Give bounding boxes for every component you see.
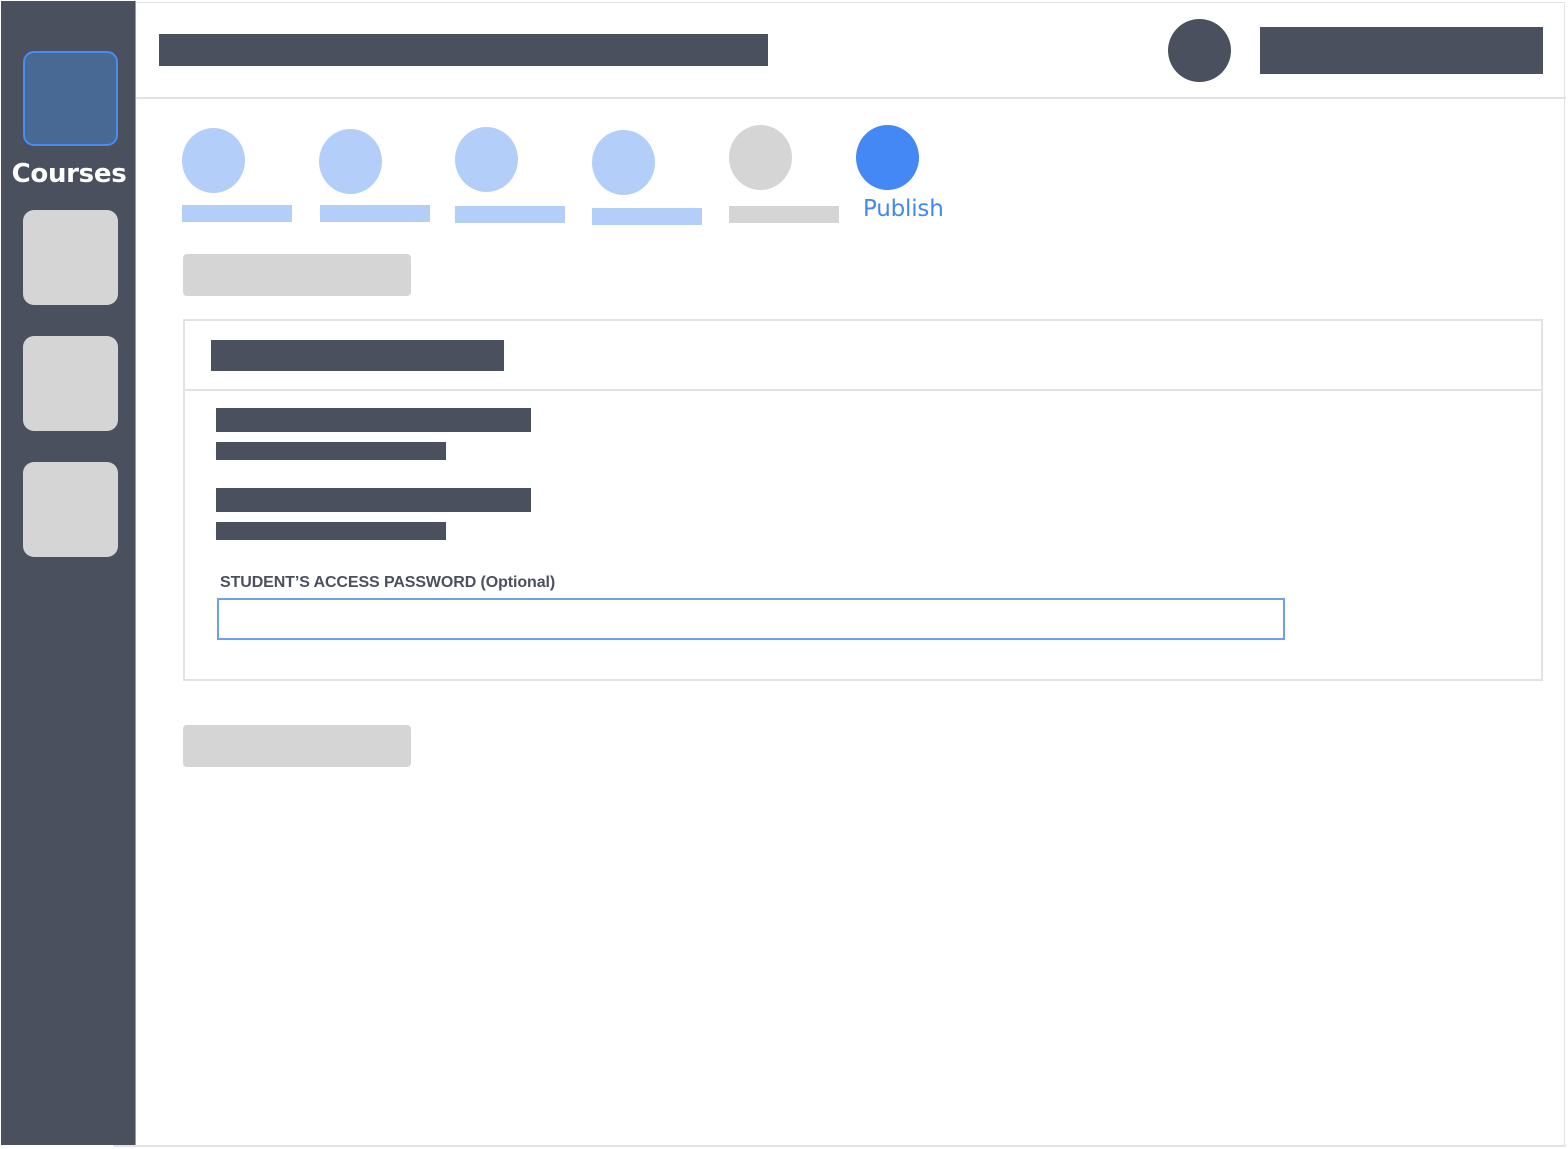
step-1-circle[interactable] bbox=[182, 128, 245, 193]
page-title-placeholder bbox=[159, 34, 768, 66]
frame-bottom-border bbox=[113, 1145, 1566, 1147]
step-publish-circle[interactable] bbox=[856, 125, 919, 190]
step-publish-label[interactable]: Publish bbox=[863, 196, 944, 222]
submit-button-placeholder[interactable] bbox=[183, 725, 411, 767]
access-password-input[interactable] bbox=[217, 598, 1285, 640]
step-5-circle[interactable] bbox=[729, 125, 792, 190]
step-4-label-placeholder bbox=[592, 208, 702, 225]
sidebar-item-4-icon[interactable] bbox=[23, 462, 118, 557]
step-3-circle[interactable] bbox=[455, 127, 518, 192]
option-1-title-placeholder bbox=[216, 408, 531, 432]
option-2-title-placeholder bbox=[216, 488, 531, 512]
step-2-circle[interactable] bbox=[319, 129, 382, 194]
user-name-placeholder[interactable] bbox=[1260, 27, 1543, 74]
step-1-label-placeholder bbox=[182, 205, 292, 222]
top-header bbox=[136, 2, 1566, 99]
sidebar-item-2-icon[interactable] bbox=[23, 210, 118, 305]
courses-icon[interactable] bbox=[23, 51, 118, 146]
sidebar: Courses bbox=[1, 1, 136, 1145]
sidebar-item-3-icon[interactable] bbox=[23, 336, 118, 431]
access-password-label: STUDENT’S ACCESS PASSWORD (Optional) bbox=[220, 574, 556, 591]
option-2-desc-placeholder bbox=[216, 522, 446, 540]
back-button-placeholder[interactable] bbox=[183, 254, 411, 296]
user-avatar[interactable] bbox=[1168, 19, 1231, 82]
card-title-placeholder bbox=[211, 340, 504, 371]
publish-settings-card: STUDENT’S ACCESS PASSWORD (Optional) bbox=[183, 319, 1543, 681]
step-3-label-placeholder bbox=[455, 206, 565, 223]
card-header bbox=[185, 321, 1541, 391]
step-5-label-placeholder bbox=[729, 206, 839, 223]
option-1-desc-placeholder bbox=[216, 442, 446, 460]
sidebar-item-courses-label[interactable]: Courses bbox=[1, 159, 137, 189]
step-2-label-placeholder bbox=[320, 205, 430, 222]
step-4-circle[interactable] bbox=[592, 130, 655, 195]
